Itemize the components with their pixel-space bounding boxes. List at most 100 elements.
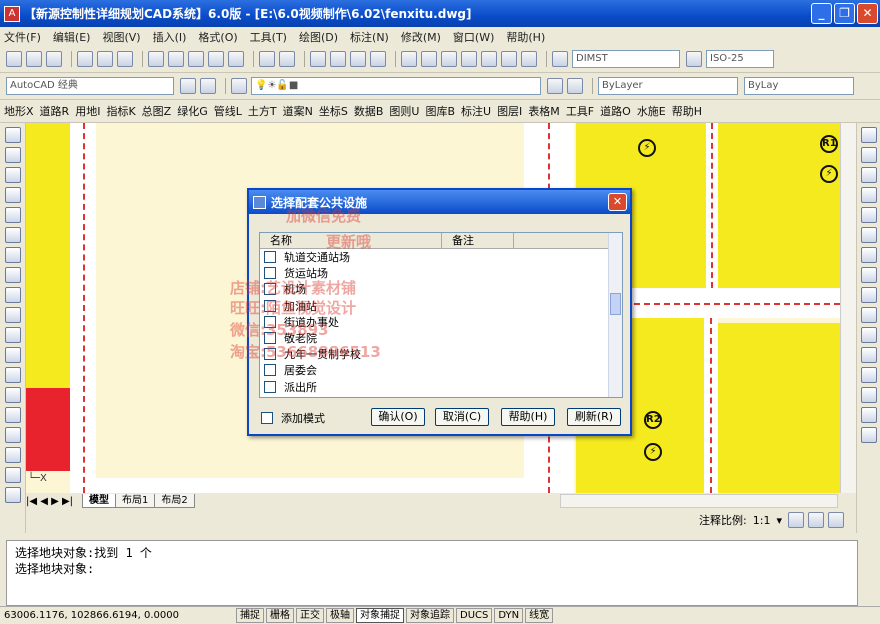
polar-toggle[interactable]: 极轴 (326, 608, 354, 623)
insert-block-icon[interactable] (4, 347, 21, 363)
custom-menu-item[interactable]: 坐标S (319, 103, 348, 119)
hatch-icon[interactable] (4, 407, 21, 423)
menu-file[interactable]: 文件(F) (4, 29, 41, 45)
mirror-icon[interactable] (860, 167, 877, 183)
sheet-set-icon[interactable] (461, 51, 477, 67)
dimstyle-combo[interactable]: DIMST (572, 50, 680, 68)
column-name[interactable]: 名称 (260, 233, 442, 248)
publish-icon[interactable] (117, 51, 133, 67)
dyn-toggle[interactable]: DYN (494, 608, 524, 623)
extend-icon[interactable] (860, 327, 877, 343)
scale-icon[interactable] (860, 267, 877, 283)
cut-icon[interactable] (148, 51, 164, 67)
region-icon[interactable] (4, 447, 21, 463)
construction-line-icon[interactable] (4, 147, 21, 163)
annotation-scale-value[interactable]: 1:1 (753, 514, 771, 527)
menu-window[interactable]: 窗口(W) (453, 29, 494, 45)
lineweight-toggle[interactable]: 线宽 (525, 608, 554, 623)
snap-toggle[interactable]: 捕捉 (236, 608, 264, 623)
menu-format[interactable]: 格式(O) (198, 29, 237, 45)
osnap-toggle[interactable]: 对象捕捉 (356, 608, 404, 623)
copy-icon[interactable] (168, 51, 184, 67)
custom-menu-item[interactable]: 总图Z (142, 103, 172, 119)
table-icon[interactable] (4, 467, 21, 483)
pan-icon[interactable] (310, 51, 326, 67)
custom-menu-item[interactable]: 标注U (461, 103, 491, 119)
custom-menu-item[interactable]: 道路O (600, 103, 631, 119)
custom-menu-item[interactable]: 地形X (4, 103, 34, 119)
custom-menu-item[interactable]: 表格M (528, 103, 560, 119)
menu-tools[interactable]: 工具(T) (250, 29, 287, 45)
gradient-icon[interactable] (4, 427, 21, 443)
dialog-title-bar[interactable]: 选择配套公共设施 (249, 190, 630, 214)
command-line[interactable]: 选择地块对象:找到 1 个 选择地块对象: (6, 540, 858, 606)
workspace-save-icon[interactable] (200, 78, 216, 94)
layer-manager-icon[interactable] (231, 78, 247, 94)
item-checkbox[interactable] (264, 348, 276, 361)
calculator-icon[interactable] (501, 51, 517, 67)
item-checkbox[interactable] (264, 380, 276, 393)
annotation-visibility-icon[interactable] (788, 512, 804, 528)
ellipse-arc-icon[interactable] (4, 327, 21, 343)
undo-icon[interactable] (259, 51, 275, 67)
array-icon[interactable] (860, 207, 877, 223)
custom-menu-item[interactable]: 指标K (106, 103, 135, 119)
text-style-icon[interactable] (552, 51, 568, 67)
menu-dimension[interactable]: 标注(N) (350, 29, 389, 45)
refresh-button[interactable]: 刷新(R) (567, 408, 621, 426)
list-item[interactable]: 派出所 (260, 379, 622, 395)
design-center-icon[interactable] (421, 51, 437, 67)
paste-icon[interactable] (188, 51, 204, 67)
dialog-close-button[interactable]: ✕ (608, 193, 627, 211)
tab-model[interactable]: 模型 (82, 494, 116, 508)
workspace-settings-icon[interactable] (180, 78, 196, 94)
auto-scale-icon[interactable] (808, 512, 824, 528)
circle-icon[interactable] (4, 247, 21, 263)
custom-menu-item[interactable]: 土方T (248, 103, 277, 119)
linetype-combo[interactable]: ByLay (744, 77, 854, 95)
stretch-icon[interactable] (860, 287, 877, 303)
menu-insert[interactable]: 插入(I) (153, 29, 187, 45)
list-scrollbar[interactable] (608, 233, 622, 397)
item-checkbox[interactable] (264, 283, 276, 296)
spline-icon[interactable] (4, 287, 21, 303)
custom-menu-item[interactable]: 道路R (40, 103, 70, 119)
match-properties-icon[interactable] (208, 51, 224, 67)
item-checkbox[interactable] (264, 364, 276, 377)
list-item[interactable]: 九年一贯制学校 (260, 346, 622, 362)
ellipse-icon[interactable] (4, 307, 21, 323)
list-item[interactable]: 机场 (260, 281, 622, 297)
offset-icon[interactable] (860, 187, 877, 203)
item-checkbox[interactable] (264, 251, 276, 264)
make-block-icon[interactable] (4, 367, 21, 383)
cancel-button[interactable]: 取消(C) (435, 408, 489, 426)
custom-menu-item[interactable]: 数据B (354, 103, 384, 119)
properties-icon[interactable] (401, 51, 417, 67)
layer-combo[interactable]: 💡☀🔓■ (251, 77, 541, 95)
polyline-icon[interactable] (4, 167, 21, 183)
custom-menu-item[interactable]: 图则U (389, 103, 419, 119)
make-current-layer-icon[interactable] (547, 78, 563, 94)
redo-icon[interactable] (279, 51, 295, 67)
menu-draw[interactable]: 绘图(D) (299, 29, 338, 45)
help-icon[interactable] (521, 51, 537, 67)
custom-menu-item[interactable]: 图层I (497, 103, 522, 119)
menu-edit[interactable]: 编辑(E) (53, 29, 91, 45)
layer-previous-icon[interactable] (567, 78, 583, 94)
block-editor-icon[interactable] (228, 51, 244, 67)
grid-toggle[interactable]: 栅格 (266, 608, 294, 623)
print-icon[interactable] (77, 51, 93, 67)
chevron-down-icon[interactable]: ▾ (776, 514, 782, 527)
help-button[interactable]: 帮助(H) (501, 408, 555, 426)
workspace-combo[interactable]: AutoCAD 经典 (6, 77, 174, 95)
polygon-icon[interactable] (4, 187, 21, 203)
list-item[interactable]: 轨道交通站场 (260, 249, 622, 265)
open-file-icon[interactable] (26, 51, 42, 67)
textstyle-combo[interactable]: ISO-25 (706, 50, 774, 68)
copy-object-icon[interactable] (860, 147, 877, 163)
add-mode-checkbox[interactable] (261, 412, 273, 424)
list-item[interactable]: 加油站 (260, 298, 622, 314)
line-icon[interactable] (4, 127, 21, 143)
ok-button[interactable]: 确认(O) (371, 408, 425, 426)
preview-icon[interactable] (97, 51, 113, 67)
